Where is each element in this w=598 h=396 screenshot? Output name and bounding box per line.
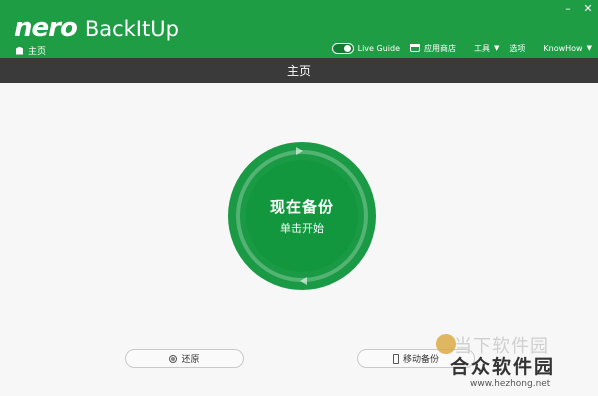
backup-now-button[interactable]: 现在备份 单击开始 (228, 142, 376, 290)
restore-button[interactable]: 还原 (125, 349, 244, 368)
close-button[interactable]: ✕ (578, 0, 598, 16)
tools-label: 工具 (474, 43, 490, 53)
close-icon: ✕ (583, 1, 593, 15)
top-navigation: Live Guide 应用商店 工具 ▼ 选项 KnowHow ▼ (331, 41, 598, 55)
app-store-label: 应用商店 (424, 43, 456, 53)
knowhow-menu[interactable]: KnowHow ▼ (543, 44, 592, 53)
backup-now-label: 现在备份 (269, 198, 334, 216)
site-watermark: 当下软件园 合众软件园 www.hezhong.net (436, 330, 598, 396)
brand-logo-text: nero (14, 13, 78, 43)
minimize-button[interactable]: – (558, 0, 578, 16)
window-controls: – ✕ (558, 0, 598, 16)
breadcrumb-label: 主页 (28, 47, 47, 57)
watermark-url: www.hezhong.net (470, 379, 551, 389)
home-icon (16, 46, 23, 55)
arrow-right-icon (296, 147, 303, 155)
app-store-link[interactable]: 应用商店 (410, 43, 456, 54)
mobile-backup-label: 移动备份 (402, 355, 439, 365)
restore-icon (169, 354, 178, 363)
basket-icon (410, 44, 420, 52)
chevron-down-icon: ▼ (494, 44, 500, 52)
live-guide-toggle[interactable]: Live Guide (331, 42, 400, 54)
product-name: BackItUp (84, 17, 179, 41)
options-menu[interactable]: 选项 (509, 43, 525, 54)
page-title: 主页 (286, 64, 311, 78)
knowhow-label: KnowHow (543, 43, 583, 53)
restore-label: 还原 (181, 355, 200, 365)
page-title-bar: 主页 (0, 58, 598, 83)
click-to-start-label: 单击开始 (280, 222, 324, 235)
toggle-switch-icon[interactable] (331, 42, 354, 54)
app-header: nero BackItUp 主页 – ✕ Live Guide 应用商店 工具 … (0, 0, 598, 58)
app-logo: nero BackItUp (14, 13, 179, 43)
watermark-line2: 合众软件园 (450, 356, 556, 378)
chevron-down-icon: ▼ (586, 44, 592, 52)
breadcrumb[interactable]: 主页 (16, 44, 46, 57)
live-guide-label: Live Guide (357, 43, 400, 53)
tools-menu[interactable]: 工具 ▼ (474, 43, 499, 54)
watermark-logo-icon (436, 334, 456, 354)
phone-icon (392, 353, 399, 364)
arrow-left-icon (300, 277, 307, 285)
backup-circle-inner: 现在备份 单击开始 (246, 160, 358, 272)
options-label: 选项 (509, 43, 526, 53)
minimize-icon: – (565, 1, 571, 15)
